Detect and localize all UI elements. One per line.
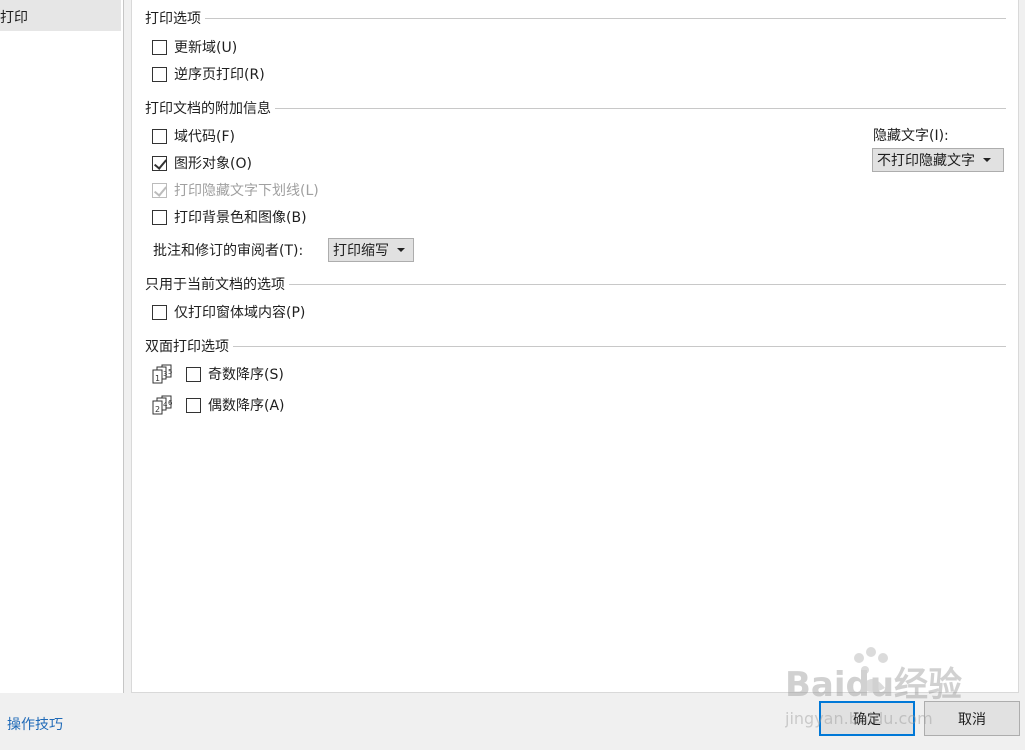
hidden-text-select[interactable]: 不打印隐藏文字 (872, 148, 1004, 172)
reviewer-label: 批注和修订的审阅者(T): (153, 243, 304, 259)
nav-item-print[interactable]: 打印 (0, 0, 121, 31)
background-colors-checkbox[interactable] (152, 209, 167, 225)
field-codes-label: 域代码(F) (174, 129, 235, 145)
section-divider (205, 17, 1006, 19)
even-pages-digit: 6 (168, 399, 173, 407)
odd-pages-icon: 1 3 5 (152, 364, 180, 384)
section-print-options: 打印选项 (145, 8, 1006, 28)
cancel-button[interactable]: 取消 (924, 701, 1020, 736)
odd-descending-option[interactable]: 1 3 5 奇数降序(S) (152, 364, 284, 384)
even-pages-icon: 2 4 6 (152, 395, 180, 415)
tips-link[interactable]: 操作技巧 (7, 714, 63, 734)
field-codes-checkbox[interactable] (152, 128, 167, 144)
hidden-text-label: 隐藏文字(I): (873, 128, 949, 144)
reverse-order-checkbox[interactable] (152, 66, 167, 82)
update-fields-option[interactable]: 更新域(U) (152, 37, 237, 57)
update-fields-checkbox[interactable] (152, 39, 167, 55)
section-current-doc: 只用于当前文档的选项 (145, 274, 1006, 294)
reviewer-row: 批注和修订的审阅者(T): (153, 240, 303, 260)
even-pages-digit: 2 (155, 405, 160, 414)
section-divider (289, 283, 1006, 285)
ok-button[interactable]: 确定 (819, 701, 915, 736)
odd-pages-digit: 5 (168, 368, 172, 376)
hidden-text-underline-option: 打印隐藏文字下划线(L) (152, 180, 319, 200)
section-extra-info: 打印文档的附加信息 (145, 98, 1006, 118)
chevron-down-icon (983, 158, 991, 162)
field-codes-option[interactable]: 域代码(F) (152, 126, 235, 146)
background-colors-label: 打印背景色和图像(B) (174, 210, 307, 226)
nav-item-label: 打印 (0, 10, 28, 26)
background-colors-option[interactable]: 打印背景色和图像(B) (152, 207, 307, 227)
even-descending-checkbox[interactable] (186, 397, 201, 413)
reviewer-select-value: 打印缩写 (333, 243, 389, 259)
drawing-objects-option[interactable]: 图形对象(O) (152, 153, 252, 173)
section-divider (233, 345, 1006, 347)
odd-pages-digit: 3 (163, 370, 167, 378)
update-fields-label: 更新域(U) (174, 40, 238, 56)
section-title: 打印选项 (145, 11, 201, 27)
hidden-text-select-value: 不打印隐藏文字 (877, 153, 975, 169)
section-duplex: 双面打印选项 (145, 336, 1006, 356)
form-data-only-label: 仅打印窗体域内容(P) (174, 305, 306, 321)
hidden-text-underline-checkbox (152, 182, 167, 198)
form-data-only-checkbox[interactable] (152, 304, 167, 320)
ok-button-label: 确定 (853, 711, 881, 728)
even-descending-option[interactable]: 2 4 6 偶数降序(A) (152, 395, 285, 415)
even-descending-label: 偶数降序(A) (208, 398, 285, 414)
options-content-panel: 打印选项 更新域(U) 逆序页打印(R) 打印文档的附加信息 域代码(F) 图形… (131, 0, 1019, 693)
reviewer-select[interactable]: 打印缩写 (328, 238, 414, 262)
odd-descending-label: 奇数降序(S) (208, 367, 284, 383)
reverse-order-label: 逆序页打印(R) (174, 67, 265, 83)
odd-descending-checkbox[interactable] (186, 366, 201, 382)
hidden-text-underline-label: 打印隐藏文字下划线(L) (174, 183, 319, 199)
section-title: 打印文档的附加信息 (145, 101, 271, 117)
section-divider (275, 107, 1006, 109)
options-nav-panel: 打印 (0, 0, 124, 693)
reverse-order-option[interactable]: 逆序页打印(R) (152, 64, 265, 84)
section-title: 只用于当前文档的选项 (145, 277, 285, 293)
drawing-objects-checkbox[interactable] (152, 155, 167, 171)
cancel-button-label: 取消 (958, 711, 986, 728)
section-title: 双面打印选项 (145, 339, 229, 355)
chevron-down-icon (397, 248, 405, 252)
form-data-only-option[interactable]: 仅打印窗体域内容(P) (152, 302, 305, 322)
odd-pages-digit: 1 (155, 374, 160, 383)
drawing-objects-label: 图形对象(O) (174, 156, 252, 172)
